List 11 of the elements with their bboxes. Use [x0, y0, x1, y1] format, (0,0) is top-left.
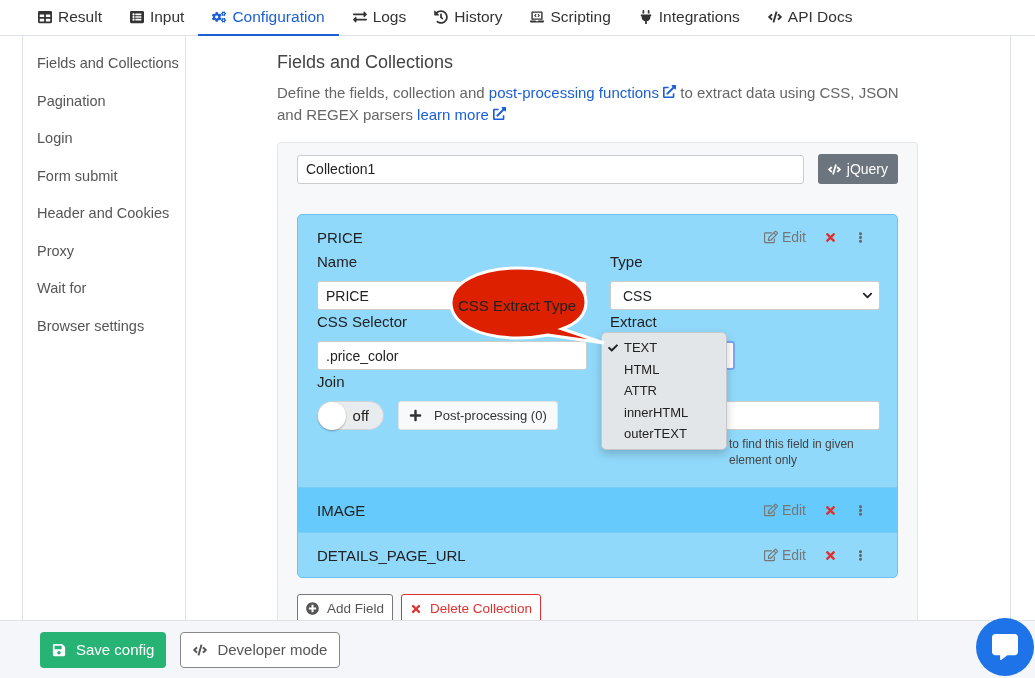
- field-label: Extract: [610, 313, 658, 332]
- field-name: DETAILS_PAGE_URL: [317, 546, 466, 564]
- field-name: PRICE: [317, 228, 363, 246]
- field-label: Type: [610, 253, 644, 272]
- field-label: Join: [317, 373, 346, 392]
- help-text: to find this field in given element only: [728, 436, 855, 468]
- field-label: CSS Selector: [317, 313, 409, 332]
- field-name: IMAGE: [317, 501, 366, 519]
- field-label: Name: [317, 253, 358, 272]
- section-title: Fields and Collections: [277, 52, 455, 73]
- section-description: Define the fields, collection and post-processing functions to extract data using CSS, JSON and REGEX parsers learn more: [277, 83, 900, 125]
